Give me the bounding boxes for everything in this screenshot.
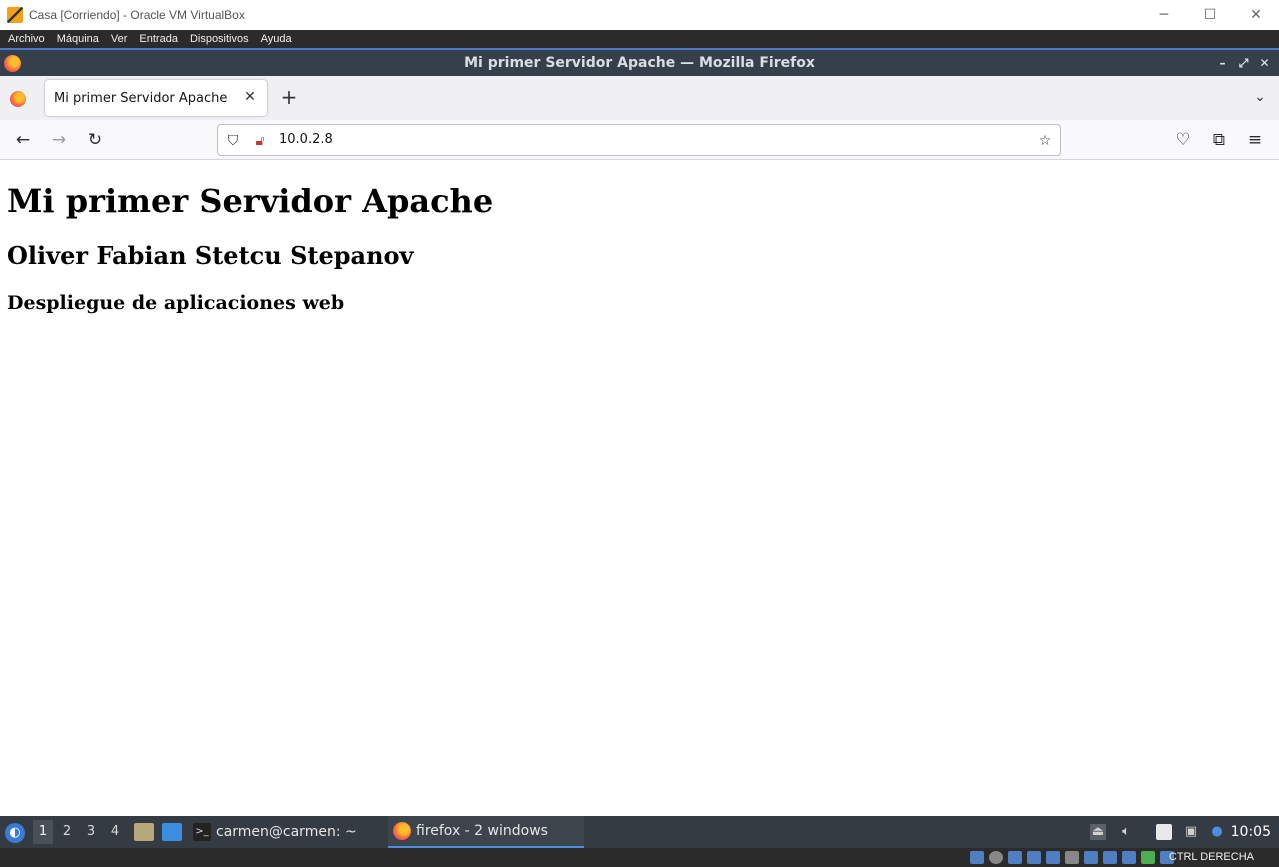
vbox-window-title: Casa [Corriendo] - Oracle VM VirtualBox: [29, 8, 245, 22]
forward-icon[interactable]: →: [49, 130, 69, 150]
usb-icon[interactable]: [1046, 851, 1060, 864]
cpu-icon[interactable]: [1122, 851, 1136, 864]
back-icon[interactable]: ←: [13, 130, 33, 150]
new-tab-icon[interactable]: +: [278, 86, 300, 108]
terminal-icon: >_: [193, 823, 211, 841]
network-adapter-icon[interactable]: [1027, 851, 1041, 864]
menu-ver[interactable]: Ver: [105, 30, 134, 48]
reload-icon[interactable]: ↻: [85, 130, 105, 150]
page-heading: Mi primer Servidor Apache: [7, 182, 494, 220]
close-icon[interactable]: ✕: [1233, 0, 1279, 30]
firefox-view-icon[interactable]: [10, 91, 26, 107]
audio-icon[interactable]: [1008, 851, 1022, 864]
desktop-3[interactable]: 3: [81, 820, 101, 844]
desktop-2[interactable]: 2: [57, 820, 77, 844]
firefox-window-title: Mi primer Servidor Apache — Mozilla Fire…: [464, 55, 815, 71]
video-capture-icon[interactable]: [1103, 851, 1117, 864]
hard-disk-icon[interactable]: [970, 851, 984, 864]
vbox-device-icons: [970, 851, 1179, 864]
clock: 10:05: [1230, 824, 1271, 840]
menu-icon[interactable]: ≡: [1245, 130, 1265, 150]
desktop-4[interactable]: 4: [105, 820, 125, 844]
guest-additions-icon[interactable]: [1141, 851, 1155, 864]
firefox-task-icon: [393, 822, 411, 840]
firefox-task-label: firefox - 2 windows: [416, 823, 548, 839]
host-key-label: CTRL DERECHA: [1168, 851, 1254, 863]
display-icon[interactable]: [1084, 851, 1098, 864]
page-content: Mi primer Servidor Apache Oliver Fabian …: [0, 161, 1279, 816]
minimize-icon[interactable]: ─: [1141, 0, 1187, 30]
vbox-menubar: Archivo Máquina Ver Entrada Dispositivos…: [0, 30, 1279, 48]
tab-strip: Mi primer Servidor Apache ✕ + ⌄: [0, 76, 1279, 120]
virtualbox-icon: [7, 7, 23, 23]
pocket-icon[interactable]: ♡: [1173, 130, 1193, 150]
file-manager-icon[interactable]: [134, 823, 154, 841]
menu-ayuda[interactable]: Ayuda: [255, 30, 298, 48]
menu-entrada[interactable]: Entrada: [133, 30, 184, 48]
terminal-task-label: carmen@carmen: ~: [216, 824, 357, 840]
show-desktop-icon[interactable]: [162, 823, 182, 841]
extensions-icon[interactable]: ⧉: [1209, 130, 1229, 150]
url-bar[interactable]: ⛉ 🔓︎ 10.0.2.8 ☆: [217, 124, 1061, 156]
vbox-window-controls: ─ ☐ ✕: [1141, 0, 1279, 30]
vbox-statusbar: CTRL DERECHA: [0, 848, 1279, 867]
firefox-task[interactable]: firefox - 2 windows: [388, 816, 584, 848]
tab-close-icon[interactable]: ✕: [242, 89, 258, 105]
firefox-window-controls: – ⤢ ✕: [1212, 50, 1275, 76]
shield-icon[interactable]: ⛉: [225, 133, 241, 149]
menu-dispositivos[interactable]: Dispositivos: [184, 30, 255, 48]
bookmark-star-icon[interactable]: ☆: [1037, 133, 1053, 149]
start-menu-icon[interactable]: ◐: [5, 823, 25, 843]
firefox-icon: [4, 55, 21, 72]
firefox-maximize-icon[interactable]: ⤢: [1233, 56, 1254, 71]
shared-folders-icon[interactable]: [1065, 851, 1079, 864]
maximize-icon[interactable]: ☐: [1187, 0, 1233, 30]
url-text[interactable]: 10.0.2.8: [279, 132, 333, 147]
optical-drive-icon[interactable]: [989, 851, 1003, 864]
guest-taskbar: ◐ 1 2 3 4 >_ carmen@carmen: ~ firefox - …: [0, 816, 1279, 848]
firefox-close-icon[interactable]: ✕: [1254, 56, 1275, 70]
menu-maquina[interactable]: Máquina: [51, 30, 105, 48]
desktop-1[interactable]: 1: [33, 820, 53, 844]
tab-active[interactable]: Mi primer Servidor Apache ✕: [45, 80, 267, 116]
firefox-minimize-icon[interactable]: –: [1212, 56, 1233, 70]
firefox-window-titlebar: Mi primer Servidor Apache — Mozilla Fire…: [0, 50, 1279, 76]
eject-icon[interactable]: ⏏: [1090, 824, 1106, 840]
subject-heading: Despliegue de aplicaciones web: [7, 292, 345, 314]
notification-icon[interactable]: ●: [1209, 824, 1225, 840]
network-icon[interactable]: ▣: [1183, 824, 1199, 840]
terminal-task[interactable]: >_ carmen@carmen: ~: [193, 816, 383, 848]
chevron-down-icon[interactable]: ⌄: [1251, 88, 1269, 106]
navigation-bar: ← → ↻ ⛉ 🔓︎ 10.0.2.8 ☆ ♡ ⧉ ≡: [0, 120, 1279, 160]
menu-archivo[interactable]: Archivo: [2, 30, 51, 48]
clipboard-icon[interactable]: [1156, 824, 1172, 840]
vbox-titlebar: Casa [Corriendo] - Oracle VM VirtualBox …: [0, 0, 1279, 30]
volume-icon[interactable]: 🔈︎: [1118, 824, 1134, 840]
insecure-lock-icon[interactable]: 🔓︎: [252, 133, 268, 149]
author-heading: Oliver Fabian Stetcu Stepanov: [7, 241, 414, 270]
tab-title: Mi primer Servidor Apache: [54, 90, 228, 106]
